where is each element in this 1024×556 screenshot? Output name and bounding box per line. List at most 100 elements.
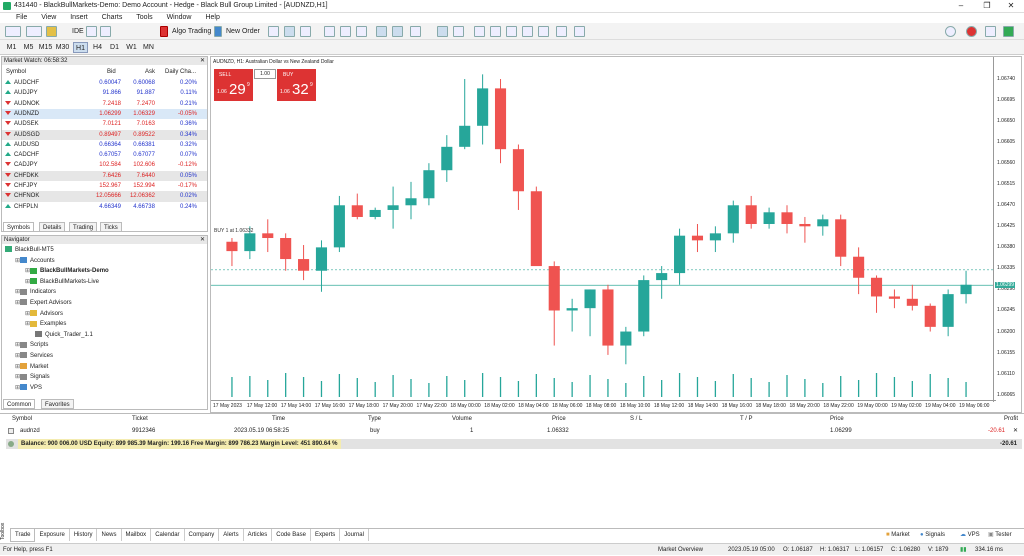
market-watch-row[interactable]: CHFDKK 7.6426 7.6440 0.05% — [2, 170, 207, 181]
trendline-icon[interactable] — [506, 26, 517, 37]
time-axis[interactable]: 17 May 2023 17 May 12:00 17 May 14:00 17 Ma… — [211, 400, 996, 412]
profiles-icon[interactable] — [26, 26, 42, 37]
col-current-price[interactable]: Price — [830, 416, 844, 422]
tab-vps[interactable]: ☁ VPS — [960, 529, 980, 541]
horizontal-line-icon[interactable] — [490, 26, 501, 37]
tab-ticks[interactable]: Ticks — [100, 222, 122, 232]
tile-icon[interactable] — [356, 26, 367, 37]
signals-icon[interactable] — [100, 26, 111, 37]
navigator-item[interactable]: ⊞ Indicators — [15, 288, 56, 297]
menu-tools[interactable]: Tools — [130, 13, 158, 23]
history-icon[interactable] — [86, 26, 97, 37]
ide-button[interactable]: IDE — [70, 26, 86, 37]
col-type[interactable]: Type — [368, 416, 381, 422]
menu-window[interactable]: Window — [161, 13, 198, 23]
tf-m5[interactable]: M5 — [21, 42, 36, 53]
navigator-item[interactable]: ⊞ Services — [15, 352, 53, 361]
navigator-item[interactable]: ⊞ BlackBullMarkets-Demo — [25, 267, 109, 276]
col-tp[interactable]: T / P — [740, 416, 753, 422]
navigator-item[interactable]: ⊞ Accounts — [15, 257, 55, 266]
new-chart-icon[interactable] — [5, 26, 21, 37]
settings-icon[interactable] — [985, 26, 996, 37]
tf-h4[interactable]: H4 — [90, 42, 105, 53]
tab-common[interactable]: Common — [3, 399, 36, 409]
navigator-item[interactable]: ⊞ Market — [15, 363, 48, 372]
col-ask[interactable]: Ask — [145, 69, 155, 75]
menu-file[interactable]: File — [10, 13, 33, 23]
crosshair-icon[interactable] — [453, 26, 464, 37]
col-price[interactable]: Price — [552, 416, 566, 422]
navigator-item[interactable]: ⊞ Examples — [25, 320, 66, 329]
tab-trade[interactable]: Trade — [10, 529, 36, 542]
col-volume[interactable]: Volume — [452, 416, 472, 422]
autoscroll-icon[interactable] — [376, 26, 387, 37]
tf-m1[interactable]: M1 — [4, 42, 19, 53]
navigator-item[interactable]: ⊞ Scripts — [15, 341, 48, 350]
bar-chart-icon[interactable] — [268, 26, 279, 37]
close-position-icon[interactable]: ✕ — [1013, 427, 1018, 436]
new-order-icon[interactable] — [214, 26, 222, 37]
navigator-item[interactable]: ⊞ Advisors — [25, 310, 63, 319]
tab-symbols[interactable]: Symbols — [3, 222, 35, 232]
close-icon[interactable]: ✕ — [200, 57, 205, 64]
market-watch-icon[interactable] — [46, 26, 57, 37]
close-icon[interactable]: ✕ — [200, 236, 205, 243]
tab-trading[interactable]: Trading — [69, 222, 98, 232]
signal-strength-icon[interactable] — [1003, 26, 1014, 37]
market-watch-row[interactable]: CADCHF 0.67057 0.67077 0.07% — [2, 150, 207, 160]
market-watch-row[interactable]: AUDNOK 7.2418 7.2470 0.21% — [2, 99, 207, 109]
navigator-item[interactable]: ⊞ Signals — [15, 373, 50, 382]
tf-h1[interactable]: H1 — [73, 42, 88, 53]
tab-exposure[interactable]: Exposure — [35, 529, 70, 541]
market-watch-row[interactable]: CHFNOK 12.05666 12.06362 0.02% — [2, 191, 207, 202]
minimize-button[interactable]: – — [950, 0, 972, 12]
tab-company[interactable]: Company — [185, 529, 220, 541]
tab-details[interactable]: Details — [39, 222, 66, 232]
chart-window[interactable]: AUDNZD, H1: Australian Dollar vs New Zea… — [210, 56, 1022, 413]
col-daily-change[interactable]: Daily Cha... — [165, 69, 196, 75]
menu-insert[interactable]: Insert — [64, 13, 94, 23]
price-axis[interactable]: 1.06740 1.06695 1.06650 1.06605 1.06560 1.065… — [993, 57, 1021, 402]
algo-trading-icon[interactable] — [160, 26, 168, 37]
toolbox-label[interactable]: Toolbox — [0, 490, 8, 540]
tab-market[interactable]: ■ Market — [886, 529, 910, 541]
market-watch-row[interactable]: AUDNZD 1.06299 1.06329 -0.05% — [2, 108, 207, 120]
tf-m30[interactable]: M30 — [55, 42, 70, 53]
tab-news[interactable]: News — [97, 529, 122, 541]
menu-help[interactable]: Help — [199, 13, 225, 23]
col-bid[interactable]: Bid — [107, 69, 116, 75]
channel-icon[interactable] — [522, 26, 533, 37]
menu-view[interactable]: View — [35, 13, 62, 23]
shapes-icon[interactable] — [574, 26, 585, 37]
status-profile[interactable]: Market Overview — [658, 544, 703, 556]
navigator-item[interactable]: BlackBull-MT5 — [5, 246, 54, 255]
tf-d1[interactable]: D1 — [107, 42, 122, 53]
tab-code-base[interactable]: Code Base — [272, 529, 311, 541]
navigator-item[interactable]: ⊞ BlackBullMarkets-Live — [25, 278, 99, 287]
col-ticket[interactable]: Ticket — [132, 416, 148, 422]
tf-mn[interactable]: MN — [141, 42, 156, 53]
tab-signals[interactable]: ● Signals — [920, 529, 945, 541]
col-symbol[interactable]: Symbol — [6, 69, 26, 75]
account-icon[interactable] — [945, 26, 956, 37]
maximize-button[interactable]: ❐ — [976, 0, 998, 12]
navigator-item[interactable]: ⊞ VPS — [15, 384, 42, 393]
navigator-item[interactable]: Quick_Trader_1.1 — [35, 331, 93, 340]
tab-journal[interactable]: Journal — [340, 529, 369, 541]
market-watch-row[interactable]: CHFPLN 4.66349 4.66738 0.24% — [2, 202, 207, 212]
col-symbol[interactable]: Symbol — [12, 416, 32, 422]
tab-favorites[interactable]: Favorites — [41, 399, 74, 409]
col-sl[interactable]: S / L — [630, 416, 642, 422]
tab-history[interactable]: History — [70, 529, 98, 541]
tf-w1[interactable]: W1 — [124, 42, 139, 53]
line-chart-icon[interactable] — [300, 26, 311, 37]
col-time[interactable]: Time — [272, 416, 285, 422]
candlestick-chart[interactable] — [211, 57, 993, 401]
new-order-button[interactable]: New Order — [224, 26, 262, 37]
tab-calendar[interactable]: Calendar — [151, 529, 185, 541]
market-watch-row[interactable]: AUDCHF 0.60047 0.60068 0.20% — [2, 78, 207, 88]
close-button[interactable]: ✕ — [1000, 0, 1022, 12]
vertical-line-icon[interactable] — [474, 26, 485, 37]
market-watch-row[interactable]: AUDSGD 0.89497 0.89522 0.34% — [2, 129, 207, 140]
menu-charts[interactable]: Charts — [96, 13, 129, 23]
